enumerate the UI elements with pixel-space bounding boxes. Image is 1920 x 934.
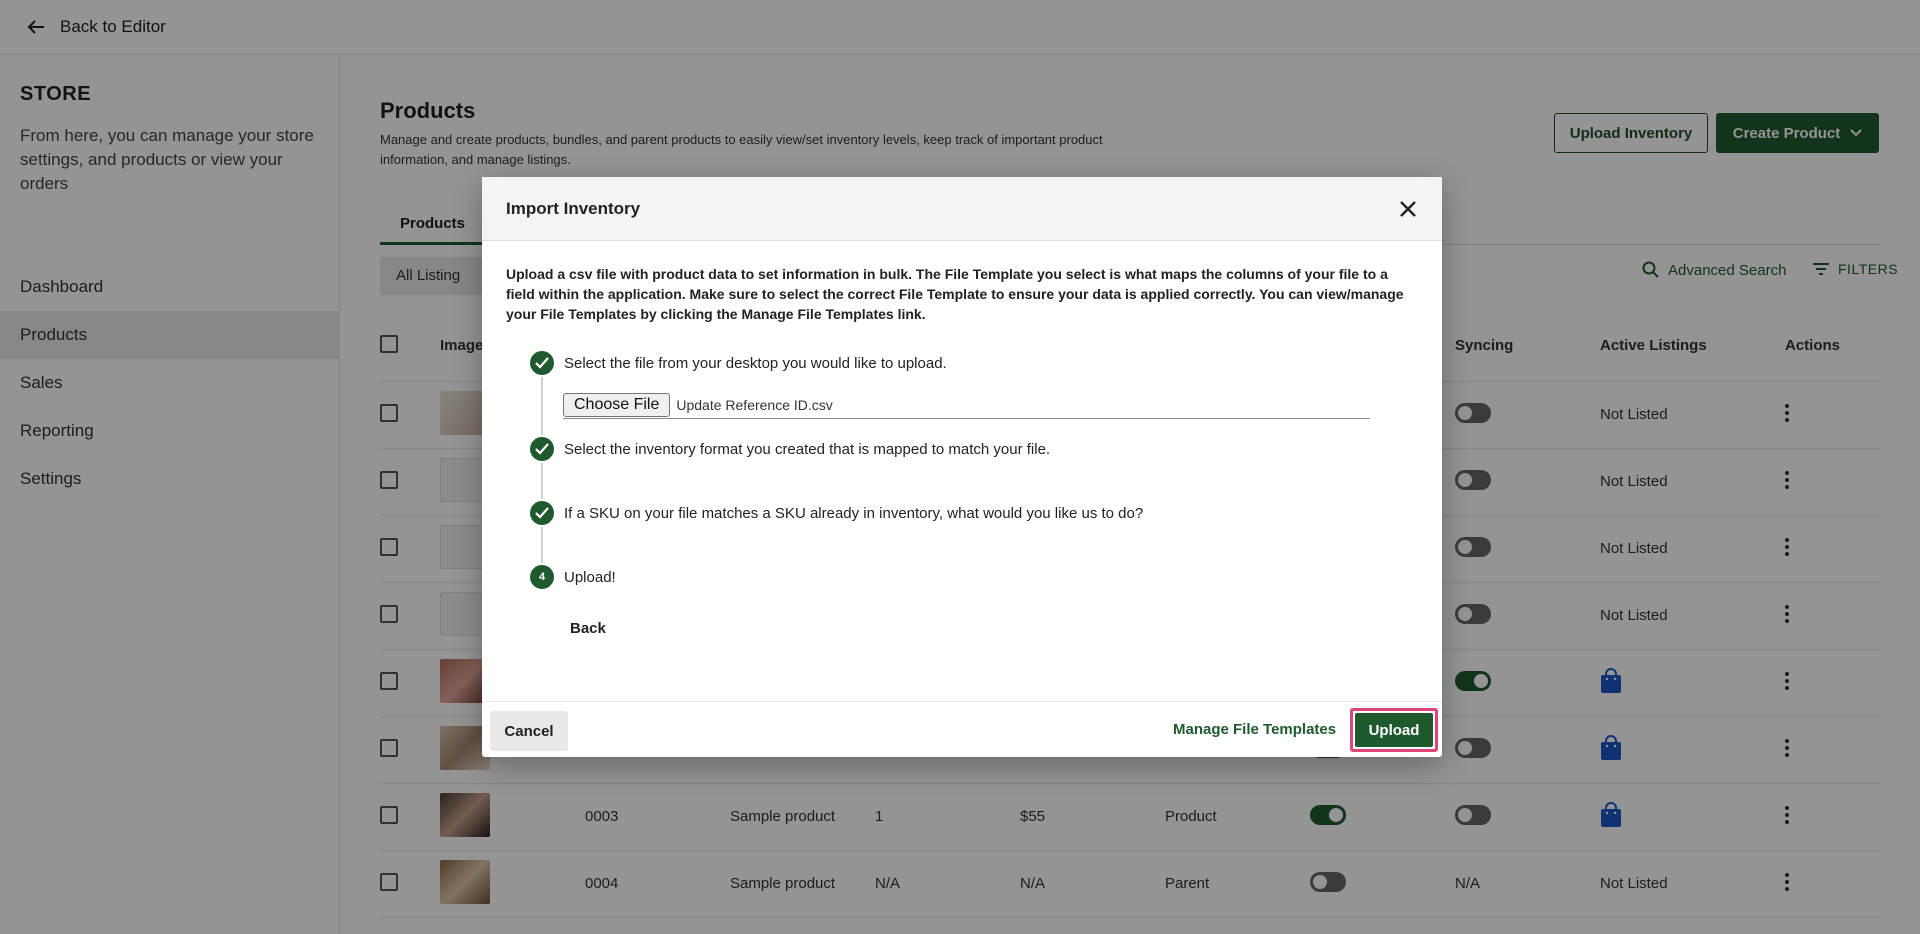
step-label: If a SKU on your file matches a SKU alre…	[564, 504, 1144, 522]
step-connector	[541, 527, 1370, 563]
step-connector	[541, 463, 1370, 499]
dialog-footer: Cancel Manage File Templates Upload	[482, 701, 1442, 757]
upload-button-highlight[interactable]: Upload	[1350, 708, 1438, 752]
back-button[interactable]: Back	[570, 620, 606, 637]
close-icon[interactable]	[1396, 197, 1420, 221]
step-number-badge: 4	[530, 565, 554, 589]
step-sku-conflict[interactable]: If a SKU on your file matches a SKU alre…	[530, 499, 1370, 527]
step-label: Select the inventory format you created …	[564, 440, 1051, 458]
check-circle-icon	[530, 437, 554, 461]
import-steps: Select the file from your desktop you wo…	[530, 349, 1370, 591]
check-circle-icon	[530, 501, 554, 525]
file-input-row: Choose File Update Reference ID.csv	[543, 377, 1370, 435]
step-label: Select the file from your desktop you wo…	[564, 354, 947, 372]
file-input[interactable]: Choose File Update Reference ID.csv	[563, 393, 1370, 419]
upload-button[interactable]: Upload	[1355, 713, 1433, 747]
step-connector: Choose File Update Reference ID.csv	[541, 377, 1370, 435]
import-inventory-dialog: Import Inventory Upload a csv file with …	[482, 177, 1442, 757]
step-label: Upload!	[564, 568, 616, 586]
choose-file-button[interactable]: Choose File	[563, 393, 671, 417]
dialog-title: Import Inventory	[506, 198, 641, 218]
manage-file-templates-link[interactable]: Manage File Templates	[1173, 721, 1336, 738]
dialog-intro-text: Upload a csv file with product data to s…	[506, 266, 1404, 322]
step-select-file: Select the file from your desktop you wo…	[530, 349, 1370, 377]
selected-file-name: Update Reference ID.csv	[676, 397, 833, 413]
step-upload: 4 Upload!	[530, 563, 1370, 591]
cancel-button[interactable]: Cancel	[490, 711, 568, 751]
check-circle-icon	[530, 351, 554, 375]
step-select-format[interactable]: Select the inventory format you created …	[530, 435, 1370, 463]
dialog-header: Import Inventory	[482, 177, 1442, 241]
